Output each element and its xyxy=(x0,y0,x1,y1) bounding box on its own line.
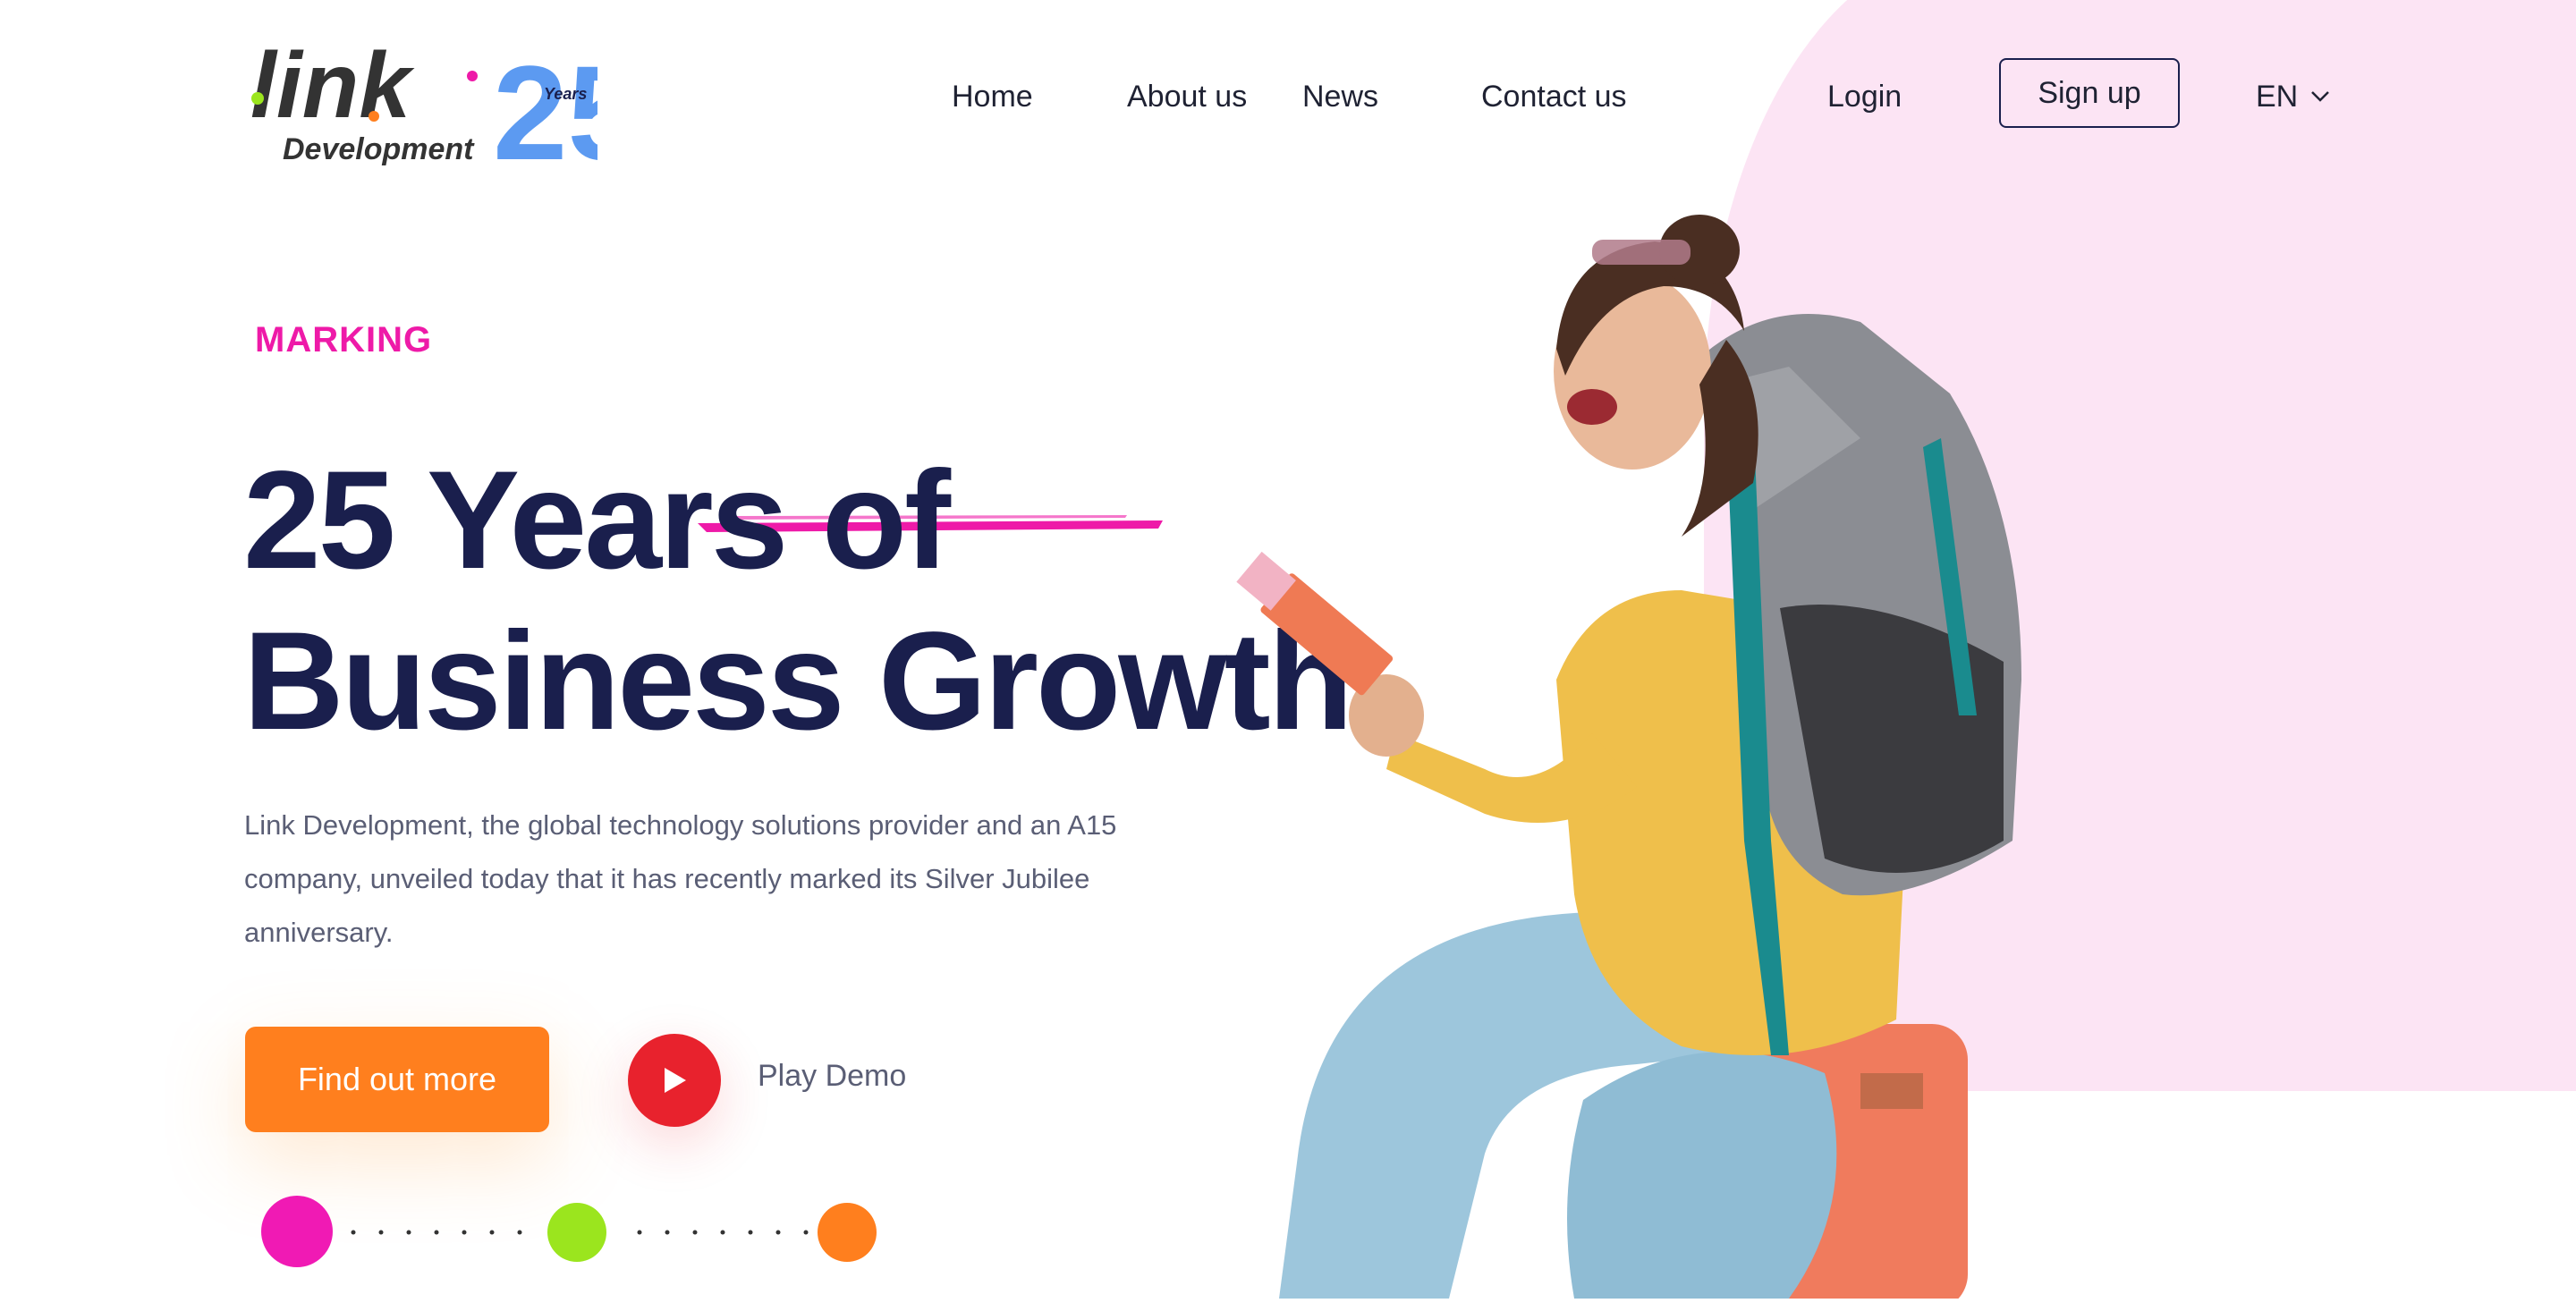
carousel-separator-2 xyxy=(637,1230,809,1235)
language-selector[interactable]: EN xyxy=(2256,72,2330,122)
main-navigation: Home About us News Contact us Login xyxy=(0,72,2576,125)
hero-description: Link Development, the global technology … xyxy=(244,809,1117,948)
passport xyxy=(1236,551,1394,696)
nav-about-us[interactable]: About us xyxy=(1127,72,1247,122)
signup-button[interactable]: Sign up xyxy=(1999,58,2180,128)
headline-line-1: 25 Years of xyxy=(243,443,951,598)
carousel-separator-1 xyxy=(351,1230,522,1235)
nav-news[interactable]: News xyxy=(1302,72,1378,122)
play-demo-label[interactable]: Play Demo xyxy=(758,1059,906,1094)
play-demo-button[interactable] xyxy=(628,1034,721,1127)
hero-traveler-image xyxy=(1216,215,2182,1303)
find-out-more-button[interactable]: Find out more xyxy=(245,1027,549,1132)
login-link[interactable]: Login xyxy=(1827,72,1902,122)
carousel-dot-1[interactable] xyxy=(261,1196,333,1267)
nav-contact-us[interactable]: Contact us xyxy=(1481,72,1627,122)
logo-subtitle: Development xyxy=(283,132,475,166)
carousel-dot-3[interactable] xyxy=(818,1203,877,1262)
hero-headline: 25 Years of Business Growth xyxy=(243,440,1353,762)
carousel-dot-2[interactable] xyxy=(547,1203,606,1262)
language-label: EN xyxy=(2256,79,2299,114)
traveler-illustration xyxy=(1236,215,2021,1303)
nav-home[interactable]: Home xyxy=(952,72,1033,122)
chevron-down-icon xyxy=(2311,91,2330,102)
headline-line-2: Business Growth xyxy=(243,604,1353,759)
play-icon xyxy=(665,1068,686,1093)
hero-eyebrow: MARKING xyxy=(255,320,433,360)
